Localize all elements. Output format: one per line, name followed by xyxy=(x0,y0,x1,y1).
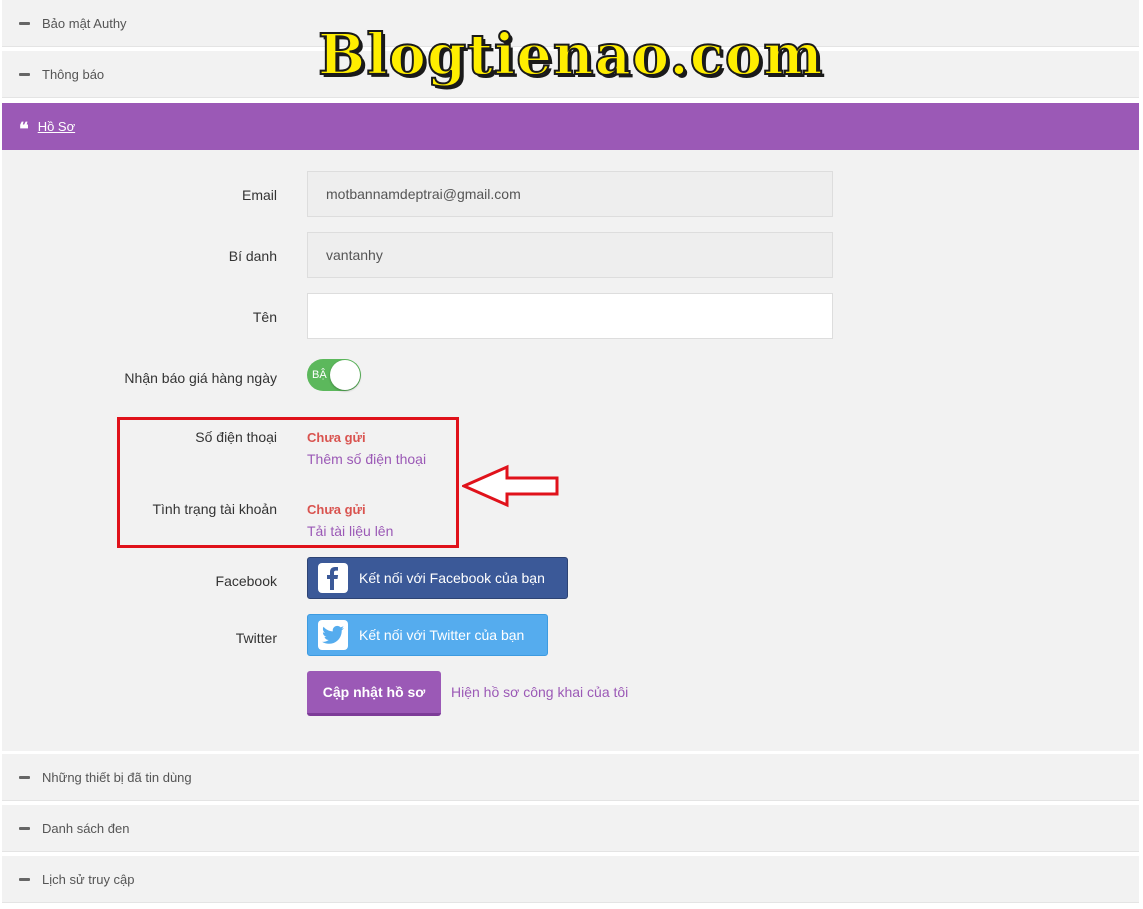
section-notifications-title: Thông báo xyxy=(42,66,105,82)
alias-label: Bí danh xyxy=(228,248,277,264)
name-field[interactable] xyxy=(307,293,833,339)
email-label: Email xyxy=(241,187,277,203)
twitter-label: Twitter xyxy=(235,630,277,646)
toggle-knob xyxy=(330,360,360,390)
minus-icon xyxy=(19,21,30,25)
daily-price-toggle[interactable]: BẬ xyxy=(307,359,361,391)
update-profile-button[interactable]: Cập nhật hồ sơ xyxy=(307,671,441,716)
section-access-history-header[interactable]: Lịch sử truy cập xyxy=(2,856,1139,903)
connect-facebook-label: Kết nối với Facebook của bạn xyxy=(359,570,545,586)
annotation-arrow-icon xyxy=(462,464,559,508)
public-profile-link[interactable]: Hiện hồ sơ công khai của tôi xyxy=(451,684,628,700)
minus-icon xyxy=(19,826,30,830)
section-profile-title[interactable]: Hồ Sơ xyxy=(38,119,75,134)
connect-facebook-button[interactable]: Kết nối với Facebook của bạn xyxy=(307,557,568,599)
minus-icon xyxy=(19,877,30,881)
section-trusted-devices-title: Những thiết bị đã tin dùng xyxy=(42,769,192,785)
quote-icon: ❝ xyxy=(19,118,29,140)
section-access-history-title: Lịch sử truy cập xyxy=(42,871,135,887)
facebook-icon xyxy=(318,563,348,593)
section-authy-title: Bảo mật Authy xyxy=(42,15,127,31)
section-blacklist-header[interactable]: Danh sách đen xyxy=(2,805,1139,852)
section-blacklist-title: Danh sách đen xyxy=(42,820,130,836)
toggle-on-text: BẬ xyxy=(312,369,327,381)
connect-twitter-label: Kết nối với Twitter của bạn xyxy=(359,627,525,643)
minus-icon xyxy=(19,72,30,76)
minus-icon xyxy=(19,775,30,779)
twitter-icon xyxy=(318,620,348,650)
alias-field: vantanhy xyxy=(307,232,833,278)
section-profile-header[interactable]: ❝ Hồ Sơ xyxy=(2,103,1139,150)
watermark-text: Blogtienao.com xyxy=(317,21,824,89)
name-label: Tên xyxy=(252,309,277,325)
daily-price-label: Nhận báo giá hàng ngày xyxy=(124,370,277,386)
facebook-label: Facebook xyxy=(215,573,277,589)
annotation-box xyxy=(117,417,459,548)
section-trusted-devices-header[interactable]: Những thiết bị đã tin dùng xyxy=(2,754,1139,801)
connect-twitter-button[interactable]: Kết nối với Twitter của bạn xyxy=(307,614,548,656)
email-field: motbannamdeptrai@gmail.com xyxy=(307,171,833,217)
